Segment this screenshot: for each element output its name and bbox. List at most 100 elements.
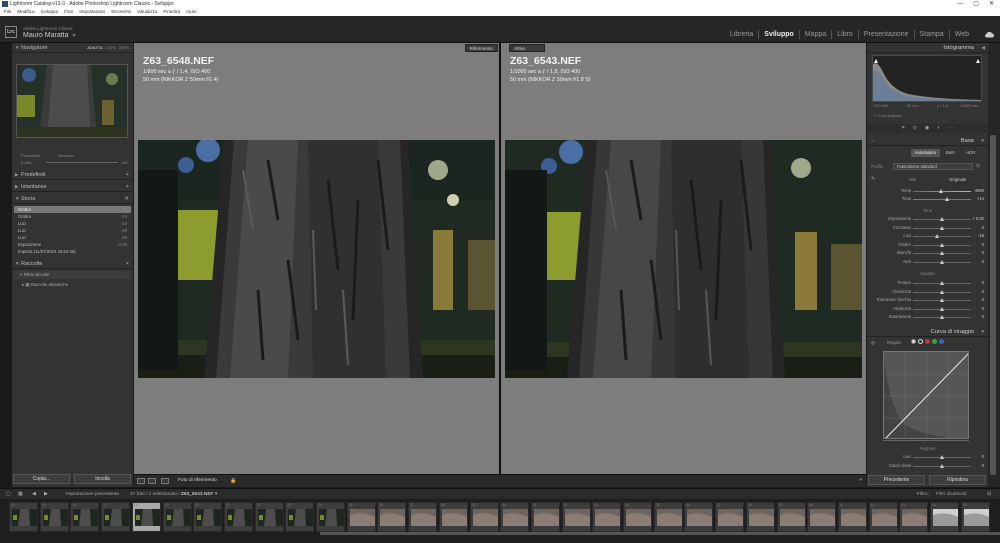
curve-rgb-icon[interactable]	[918, 339, 923, 344]
menu-modifica[interactable]: Modifica	[17, 8, 34, 16]
filmstrip-thumbnail[interactable]: 30	[500, 502, 530, 532]
filmstrip-thumbnail[interactable]: 43	[899, 502, 929, 532]
maximize-button[interactable]: ▢	[973, 0, 979, 8]
filmstrip-thumbnail[interactable]: 25	[346, 502, 376, 532]
shadows-slider-row[interactable]: Ombre 0	[867, 242, 988, 249]
filmstrip-thumbnail[interactable]: 41	[837, 502, 867, 532]
mode-auto[interactable]: Automatico	[911, 149, 940, 157]
curve-blue-icon[interactable]	[939, 339, 944, 344]
clarity-slider-row[interactable]: Chiarezza 0	[867, 289, 988, 296]
menu-file[interactable]: File	[4, 8, 11, 16]
filmstrip-thumbnail[interactable]: 39	[776, 502, 806, 532]
more-tools-icon[interactable]: ⋯	[948, 124, 953, 133]
original-photo-toggle[interactable]: ☐ Foto originale	[874, 113, 901, 118]
curve-point-icon[interactable]	[911, 339, 916, 344]
exposure-value[interactable]: + 0,00	[972, 216, 984, 221]
loupe-view-button[interactable]	[137, 478, 145, 484]
curve-split-track[interactable]	[883, 440, 969, 441]
profile-browser-icon[interactable]: ⊞	[976, 163, 980, 169]
tone-curve-graph[interactable]	[883, 351, 969, 439]
previous-button[interactable]: Precedente	[868, 475, 925, 485]
histogram-header[interactable]: Istogramma ◀	[867, 43, 988, 53]
wb-dropdown[interactable]: Originale	[949, 177, 966, 182]
add-collection-icon[interactable]: +	[126, 259, 129, 269]
filmstrip-thumbnail[interactable]: 40	[807, 502, 837, 532]
dropdown-arrow-icon[interactable]: ▾	[215, 492, 217, 497]
tone-curve-header[interactable]: Curva di viraggio ▼	[867, 327, 988, 337]
contrast-value[interactable]: 0	[982, 225, 984, 230]
filmstrip-thumbnail[interactable]: 28	[438, 502, 468, 532]
vibrance-slider-row[interactable]: Vividezza 0	[867, 306, 988, 313]
dehaze-knob[interactable]	[940, 298, 944, 302]
curve-lights-knob[interactable]	[940, 463, 944, 468]
basic-header[interactable]: ⇔ Base ▼	[867, 136, 988, 146]
texture-value[interactable]: 0	[982, 280, 984, 285]
history-row[interactable]: Luci -28	[14, 234, 131, 241]
dehaze-value[interactable]: 0	[982, 297, 984, 302]
blacks-value[interactable]: 0	[982, 259, 984, 264]
red-eye-icon[interactable]: ◉	[925, 124, 929, 133]
paste-button[interactable]: Incolla	[74, 474, 131, 484]
preset-mode-right[interactable]: Nessuno	[58, 153, 74, 158]
mode-hdr[interactable]: HDR	[960, 149, 981, 157]
filmstrip-thumbnail[interactable]: 36	[684, 502, 714, 532]
menu-strumenti[interactable]: Strumenti	[111, 8, 131, 16]
menu-visualizza[interactable]: Visualizza	[137, 8, 158, 16]
shadows-value[interactable]: 0	[982, 242, 984, 247]
filmstrip-thumbnail[interactable]: 14	[9, 502, 38, 532]
module-presentazione[interactable]: Presentazione	[857, 30, 914, 39]
history-row[interactable]: Importa (11/07/2024 16:54:35)	[14, 248, 131, 255]
vibrance-value[interactable]: 0	[982, 306, 984, 311]
filmstrip-thumbnail[interactable]: 26	[377, 502, 407, 532]
tint-slider-row[interactable]: Tinta +14	[867, 196, 988, 203]
filmstrip-thumbnail[interactable]: 24	[316, 502, 345, 532]
reference-pane[interactable]: Riferimento Z63_6548.NEF 1/800 sec a ƒ /…	[134, 43, 499, 474]
clarity-knob[interactable]	[940, 289, 944, 294]
highlights-knob[interactable]	[935, 234, 940, 238]
zoom-fit[interactable]: ADATTA	[87, 43, 102, 53]
history-row[interactable]: Esposizione -0,09	[14, 241, 131, 248]
spot-removal-icon[interactable]: ⊙	[913, 124, 917, 133]
module-libreria[interactable]: Libreria	[725, 30, 758, 39]
reference-photo[interactable]	[138, 140, 495, 378]
filmstrip-thumbnail[interactable]: 15	[39, 502, 69, 532]
module-web[interactable]: Web	[948, 30, 974, 39]
presets-header[interactable]: ▶ Predefiniti +	[12, 170, 133, 180]
reset-button[interactable]: Ripristina	[929, 475, 986, 485]
filmstrip-thumbnail[interactable]: 27	[408, 502, 438, 532]
filmstrip-thumbnail[interactable]: 22	[254, 502, 284, 532]
highlights-value[interactable]: -18	[978, 233, 984, 238]
filmstrip-thumbnail[interactable]: 23	[285, 502, 315, 532]
module-stampa[interactable]: Stampa	[913, 30, 949, 39]
filmstrip-thumbnail[interactable]: 19	[162, 502, 192, 532]
crop-icon[interactable]: ⌗	[902, 124, 905, 133]
smart-collections-item[interactable]: ▸ ▦ Raccolte dinamiche	[14, 281, 131, 289]
shadows-knob[interactable]	[940, 242, 944, 247]
filmstrip-thumbnail[interactable]: 38	[745, 502, 775, 532]
curve-highlights-slider-row[interactable]: Luci 0	[867, 454, 988, 461]
module-sviluppo[interactable]: Sviluppo	[758, 30, 799, 39]
temp-slider-row[interactable]: Temp 4950	[867, 188, 988, 195]
filmstrip-scrollbar[interactable]	[320, 532, 1000, 535]
exposure-slider-row[interactable]: Esposizione + 0,00	[867, 216, 988, 223]
filmstrip-thumbnail[interactable]: 37	[715, 502, 745, 532]
temp-value[interactable]: 4950	[975, 188, 984, 193]
target-adjust-icon[interactable]: ◎	[871, 340, 875, 346]
contrast-slider-row[interactable]: Contrasto 0	[867, 225, 988, 232]
active-photo[interactable]	[505, 140, 862, 378]
filmstrip-thumbnail[interactable]: 18	[131, 502, 161, 532]
masking-icon[interactable]: ◐	[937, 124, 940, 133]
filmstrip-thumbnail[interactable]: 20	[193, 502, 223, 532]
whites-slider-row[interactable]: Bianchi 0	[867, 250, 988, 257]
texture-knob[interactable]	[940, 281, 944, 285]
add-snapshot-icon[interactable]: +	[126, 182, 129, 192]
filmstrip-thumbnail[interactable]: 17	[101, 502, 131, 532]
filmstrip-thumbnail[interactable]: 32	[561, 502, 591, 532]
preset-amount-slider[interactable]	[46, 162, 118, 163]
copy-button[interactable]: Copia...	[13, 474, 70, 484]
clear-history-icon[interactable]: ✕	[124, 194, 129, 204]
zoom-100[interactable]: 100%	[106, 43, 116, 53]
texture-slider-row[interactable]: Texture 0	[867, 280, 988, 287]
history-row[interactable]: Luci -29	[14, 227, 131, 234]
white-balance-eyedropper-icon[interactable]: ✎	[871, 176, 875, 182]
